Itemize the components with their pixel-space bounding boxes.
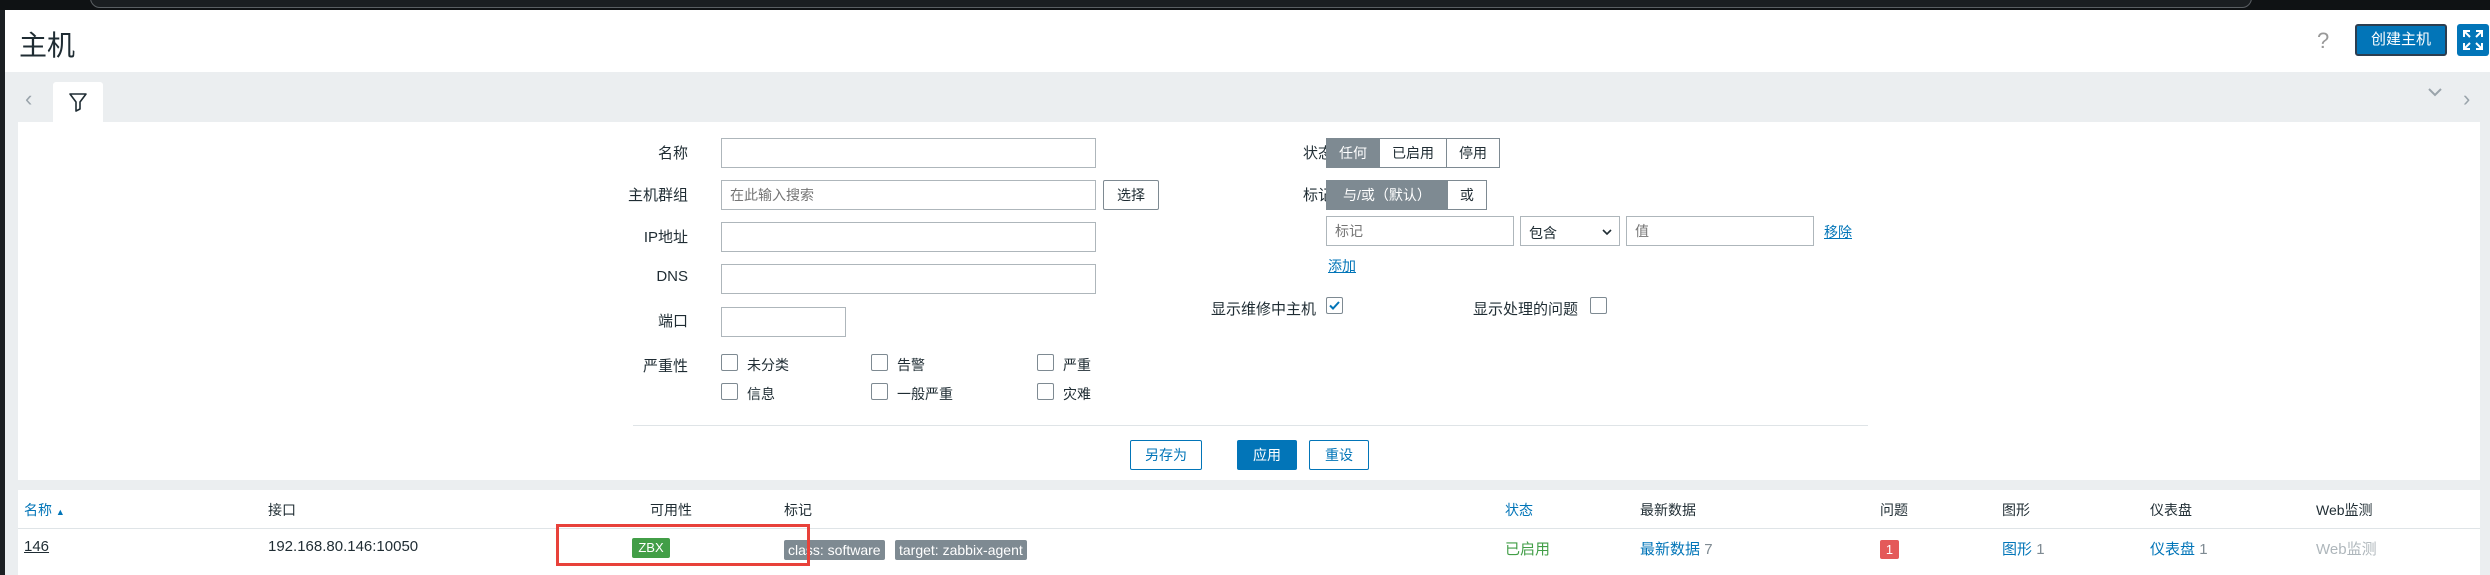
problem-count-badge[interactable]: 1 [1880, 540, 1899, 559]
show-suppressed-checkbox[interactable] [1590, 297, 1607, 314]
fullscreen-button[interactable] [2457, 24, 2489, 56]
severity-label-unclassified: 未分类 [747, 357, 789, 373]
severity-label-info: 信息 [747, 386, 775, 402]
severity-checkbox-unclassified[interactable] [721, 354, 738, 371]
dashboards-cell[interactable]: 仪表盘 1 [2150, 538, 2208, 559]
checkmark-icon [1329, 301, 1340, 310]
help-icon[interactable]: ? [2317, 28, 2329, 54]
dns-label: DNS [656, 268, 688, 285]
dashboards-count: 1 [2199, 541, 2208, 558]
filter-divider [633, 425, 1868, 426]
status-option-enabled[interactable]: 已启用 [1379, 139, 1446, 167]
dns-input[interactable] [721, 264, 1096, 294]
latest-data-count: 7 [1704, 541, 1713, 558]
graphs-link[interactable]: 图形 [2002, 541, 2032, 558]
severity-checkbox-info[interactable] [721, 383, 738, 400]
apply-button[interactable]: 应用 [1237, 440, 1297, 470]
tag-add-link[interactable]: 添加 [1328, 256, 1356, 276]
column-header-tags: 标记 [784, 502, 812, 518]
severity-label-disaster: 灾难 [1063, 386, 1091, 402]
column-header-latest-data: 最新数据 [1640, 502, 1696, 518]
column-header-problems: 问题 [1880, 502, 1908, 518]
chevron-down-icon[interactable] [2425, 82, 2445, 108]
hosts-table: 名称 ▲ 接口 可用性 标记 状态 最新数据 问题 图形 仪表盘 Web监测 1… [18, 490, 2480, 575]
severity-label-average: 一般严重 [897, 386, 953, 402]
name-input[interactable] [721, 138, 1096, 168]
severity-label: 严重性 [642, 358, 688, 375]
column-header-dashboards: 仪表盘 [2150, 502, 2192, 518]
fullscreen-icon [2463, 30, 2483, 50]
column-header-web: Web监测 [2316, 502, 2373, 518]
status-label: 状态 [1302, 145, 1333, 162]
severity-label-high: 严重 [1063, 357, 1091, 373]
severity-checkbox-disaster[interactable] [1037, 383, 1054, 400]
graphs-cell[interactable]: 图形 1 [2002, 538, 2045, 559]
severity-checkbox-high[interactable] [1037, 354, 1054, 371]
column-header-graphs: 图形 [2002, 502, 2030, 518]
latest-data-link[interactable]: 最新数据 [1640, 541, 1700, 558]
table-header-divider [18, 528, 2480, 529]
column-header-name[interactable]: 名称 ▲ [24, 500, 65, 520]
ip-input[interactable] [721, 222, 1096, 252]
browser-address-bar[interactable] [90, 0, 2252, 8]
page-header: 主机 ? 创建主机 [5, 10, 2490, 72]
create-host-button[interactable]: 创建主机 [2355, 24, 2447, 56]
show-maintenance-label: 显示维修中主机 [1210, 301, 1316, 318]
filter-panel: 名称 主机群组 选择 IP地址 DNS 端口 严重性 未分类 告警 严重 信息 … [18, 122, 2480, 480]
latest-data-cell[interactable]: 最新数据 7 [1640, 538, 1713, 559]
filter-tabbar: ‹ › [5, 72, 2490, 122]
highlight-box [556, 524, 810, 566]
page-title: 主机 [19, 30, 76, 61]
name-label: 名称 [657, 145, 688, 162]
column-header-interface: 接口 [268, 502, 296, 518]
severity-label-warning: 告警 [897, 357, 925, 373]
host-status[interactable]: 已启用 [1505, 538, 1550, 559]
status-option-any[interactable]: 任何 [1327, 139, 1379, 167]
tag-remove-link[interactable]: 移除 [1824, 222, 1852, 242]
hostgroup-label: 主机群组 [627, 187, 688, 204]
tag-mode-andor[interactable]: 与/或（默认） [1327, 181, 1447, 209]
show-suppressed-label: 显示处理的问题 [1472, 301, 1578, 318]
sort-asc-icon: ▲ [55, 507, 65, 517]
reset-button[interactable]: 重设 [1309, 440, 1369, 470]
tab-next-icon[interactable]: › [2463, 86, 2470, 112]
tab-filter[interactable] [53, 82, 103, 122]
tag-target-zabbix-agent[interactable]: target: zabbix-agent [895, 540, 1027, 560]
graphs-count: 1 [2036, 541, 2045, 558]
hostgroup-select-button[interactable]: 选择 [1103, 180, 1159, 210]
host-interface: 192.168.80.146:10050 [268, 538, 419, 555]
tag-value-input[interactable] [1626, 216, 1814, 246]
show-maintenance-checkbox[interactable] [1326, 297, 1343, 314]
tag-mode-segmented: 与/或（默认） 或 [1326, 180, 1487, 210]
severity-checkbox-average[interactable] [871, 383, 888, 400]
web-monitoring-cell: Web监测 [2316, 541, 2377, 558]
status-segmented: 任何 已启用 停用 [1326, 138, 1500, 168]
hostgroup-input[interactable] [721, 180, 1096, 210]
host-name-link[interactable]: 146 [24, 538, 49, 555]
tags-label: 标记 [1302, 187, 1333, 204]
ip-label: IP地址 [643, 229, 688, 246]
column-header-availability: 可用性 [650, 502, 692, 518]
port-label: 端口 [657, 313, 688, 330]
tag-operator-value: 包含 [1529, 225, 1557, 241]
column-header-status[interactable]: 状态 [1505, 500, 1533, 520]
tag-operator-select[interactable]: 包含 [1520, 216, 1620, 246]
chevron-down-icon [1602, 229, 1612, 236]
tab-prev-icon[interactable]: ‹ [25, 86, 32, 112]
severity-checkbox-warning[interactable] [871, 354, 888, 371]
tag-name-input[interactable] [1326, 216, 1514, 246]
column-header-name-label: 名称 [24, 502, 52, 518]
browser-topbar [0, 0, 2490, 10]
save-as-button[interactable]: 另存为 [1130, 440, 1202, 470]
port-input[interactable] [721, 307, 846, 337]
status-option-disabled[interactable]: 停用 [1446, 139, 1499, 167]
dashboards-link[interactable]: 仪表盘 [2150, 541, 2195, 558]
filter-icon [69, 93, 87, 112]
tag-mode-or[interactable]: 或 [1446, 181, 1486, 209]
